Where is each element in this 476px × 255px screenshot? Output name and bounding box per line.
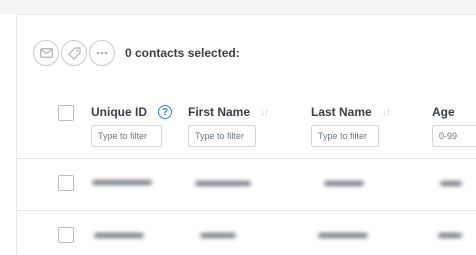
redacted-cell bbox=[92, 180, 152, 185]
header-divider bbox=[16, 158, 476, 159]
column-age: Age 0-99 bbox=[432, 104, 476, 147]
row-divider bbox=[16, 210, 476, 211]
column-first-name: First Name ↓↑ Type to filter bbox=[188, 104, 269, 147]
redacted-cell bbox=[200, 233, 236, 238]
sort-icon[interactable]: ↓↑ bbox=[382, 107, 391, 118]
page-background bbox=[0, 0, 476, 14]
redacted-cell bbox=[440, 181, 462, 186]
redacted-cell bbox=[324, 181, 364, 186]
column-header-label[interactable]: Age bbox=[432, 105, 455, 119]
more-icon bbox=[96, 51, 108, 55]
tag-icon bbox=[67, 46, 81, 60]
redacted-cell bbox=[94, 233, 144, 238]
column-unique-id: Unique ID ? Type to filter bbox=[91, 104, 172, 147]
last-name-filter-input[interactable]: Type to filter bbox=[311, 125, 379, 147]
sort-icon[interactable]: ↓↑ bbox=[260, 107, 269, 118]
row-checkbox[interactable] bbox=[58, 175, 74, 191]
redacted-cell bbox=[195, 181, 251, 186]
more-actions-button[interactable] bbox=[89, 40, 115, 66]
column-header-label[interactable]: Unique ID bbox=[91, 105, 147, 119]
tag-contacts-button[interactable] bbox=[61, 40, 87, 66]
redacted-cell bbox=[318, 233, 368, 238]
column-header-label[interactable]: Last Name bbox=[311, 105, 372, 119]
mail-icon bbox=[39, 48, 53, 58]
bulk-action-bar: 0 contacts selected: bbox=[33, 38, 240, 68]
redacted-cell bbox=[438, 233, 462, 238]
selected-count-label: 0 contacts selected: bbox=[125, 46, 240, 60]
column-last-name: Last Name ↓↑ Type to filter bbox=[311, 104, 391, 147]
select-all-checkbox[interactable] bbox=[58, 105, 74, 121]
column-header-label[interactable]: First Name bbox=[188, 105, 250, 119]
email-contacts-button[interactable] bbox=[33, 40, 59, 66]
help-icon[interactable]: ? bbox=[158, 105, 172, 119]
row-checkbox[interactable] bbox=[58, 227, 74, 243]
first-name-filter-input[interactable]: Type to filter bbox=[188, 125, 256, 147]
unique-id-filter-input[interactable]: Type to filter bbox=[91, 125, 162, 147]
age-filter-input[interactable]: 0-99 bbox=[432, 125, 476, 147]
